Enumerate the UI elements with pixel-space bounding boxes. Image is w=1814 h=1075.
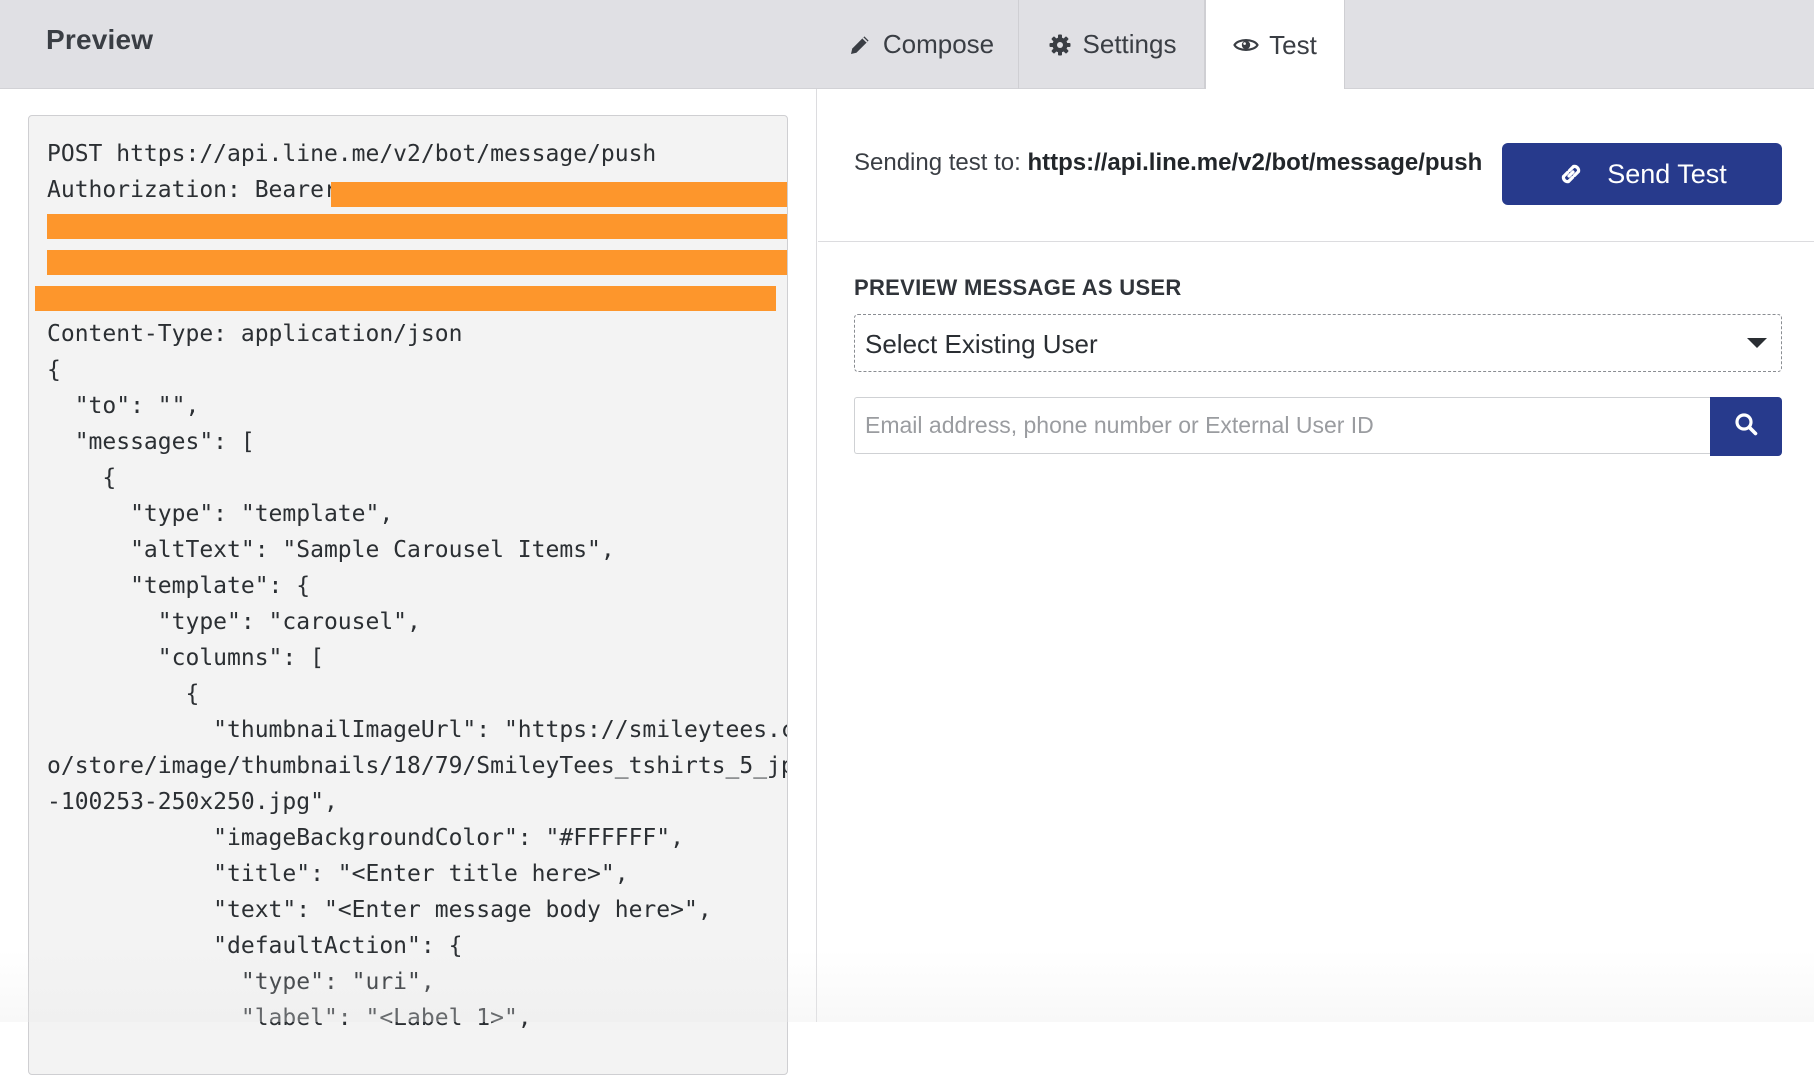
tab-settings-label: Settings — [1082, 29, 1177, 59]
request-code-block[interactable]: POST https://api.line.me/v2/bot/message/… — [28, 115, 788, 1075]
tab-test[interactable]: Test — [1205, 0, 1345, 90]
code-line: Content-Type: application/json — [47, 321, 463, 347]
link-icon — [1557, 160, 1585, 188]
code-line: "defaultAction": { — [47, 933, 463, 959]
redacted-token-bar — [35, 286, 776, 311]
code-line: "type": "uri", — [47, 969, 435, 995]
preview-as-user-heading: PREVIEW MESSAGE AS USER — [854, 275, 1182, 300]
tab-compose[interactable]: Compose — [823, 0, 1019, 89]
code-line: "altText": "Sample Carousel Items", — [47, 537, 615, 563]
code-line: POST https://api.line.me/v2/bot/message/… — [47, 141, 657, 167]
code-line: Authorization: Bearer — [47, 177, 352, 203]
code-line: "template": { — [47, 573, 311, 599]
redacted-token-bar — [331, 182, 787, 207]
sending-prefix: Sending test to: — [854, 149, 1028, 176]
eye-icon — [1233, 32, 1259, 58]
code-line: "label": "<Label 1>", — [47, 1005, 532, 1031]
tab-test-label: Test — [1269, 29, 1317, 60]
request-preview-pane: POST https://api.line.me/v2/bot/message/… — [0, 89, 817, 1075]
sending-target-text: Sending test to: https://api.line.me/v2/… — [854, 149, 1482, 177]
send-test-row: Sending test to: https://api.line.me/v2/… — [818, 89, 1814, 242]
test-panel: Sending test to: https://api.line.me/v2/… — [818, 89, 1814, 1022]
code-line: "to": "", — [47, 393, 200, 419]
chevron-down-icon — [1747, 338, 1767, 348]
send-test-button[interactable]: Send Test — [1502, 143, 1782, 205]
existing-user-select[interactable]: Select Existing User — [854, 314, 1782, 372]
code-line: "messages": [ — [47, 429, 255, 455]
sending-url: https://api.line.me/v2/bot/message/push — [1027, 149, 1483, 176]
code-line: "imageBackgroundColor": "#FFFFFF", — [47, 825, 684, 851]
code-line: { — [47, 681, 200, 707]
redacted-token-bar — [47, 250, 787, 275]
redacted-token-bar — [47, 214, 787, 239]
code-line: { — [47, 465, 117, 491]
code-line: { — [47, 357, 61, 383]
top-header: Preview Compose Settings Test — [0, 0, 1814, 90]
code-line: o/store/image/thumbnails/18/79/SmileyTee… — [47, 753, 788, 779]
code-line: -100253-250x250.jpg", — [47, 789, 338, 815]
select-value: Select Existing User — [865, 329, 1098, 359]
gear-icon — [1047, 32, 1073, 58]
code-line: "title": "<Enter title here>", — [47, 861, 629, 887]
code-line: "text": "<Enter message body here>", — [47, 897, 712, 923]
code-line: "type": "carousel", — [47, 609, 421, 635]
code-line: "type": "template", — [47, 501, 394, 527]
pencil-icon — [847, 32, 873, 58]
send-test-label: Send Test — [1607, 158, 1727, 189]
tab-settings[interactable]: Settings — [1019, 0, 1205, 89]
search-button[interactable] — [1710, 397, 1782, 456]
tab-compose-label: Compose — [882, 29, 995, 59]
code-line: "columns": [ — [47, 645, 324, 671]
page-title: Preview — [46, 24, 154, 55]
user-search-input[interactable] — [854, 397, 1710, 454]
search-icon — [1733, 411, 1759, 442]
code-line: "thumbnailImageUrl": "https://smileytees… — [47, 717, 788, 743]
